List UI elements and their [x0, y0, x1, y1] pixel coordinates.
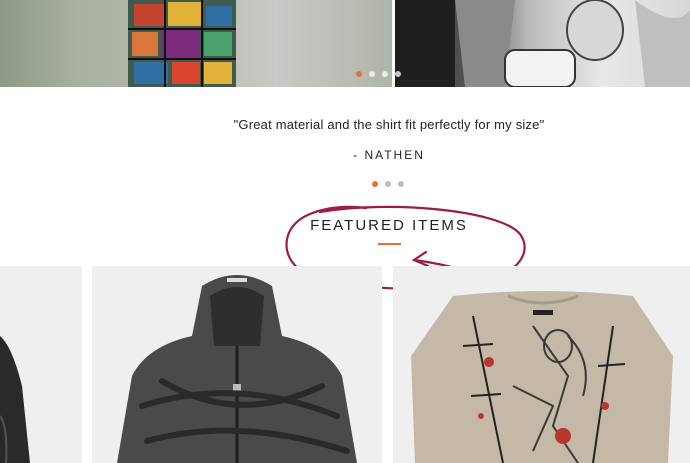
product-card-2[interactable]	[92, 266, 382, 463]
testimonial-quote: "Great material and the shirt fit perfec…	[233, 117, 545, 132]
beige-graphic-sweater-icon	[411, 291, 673, 463]
hero-banner[interactable]	[0, 0, 690, 87]
testimonial-dot-2[interactable]	[385, 181, 391, 187]
testimonial-author: - NATHEN	[353, 148, 425, 162]
dark-garment-partial-icon	[0, 336, 30, 463]
hero-slider-dots	[356, 71, 401, 77]
hero-dot-1[interactable]	[356, 71, 362, 77]
product-card-1[interactable]	[0, 266, 82, 463]
testimonial-dot-3[interactable]	[398, 181, 404, 187]
testimonial-dot-1[interactable]	[372, 181, 378, 187]
hero-dot-4[interactable]	[395, 71, 401, 77]
product-card-3[interactable]	[393, 266, 690, 463]
hero-graphic-panel	[128, 0, 236, 87]
hero-dot-2[interactable]	[369, 71, 375, 77]
grey-zip-hoodie-icon	[117, 275, 357, 463]
hero-dot-3[interactable]	[382, 71, 388, 77]
hero-image-right	[395, 0, 690, 87]
testimonial-dots	[372, 181, 404, 187]
